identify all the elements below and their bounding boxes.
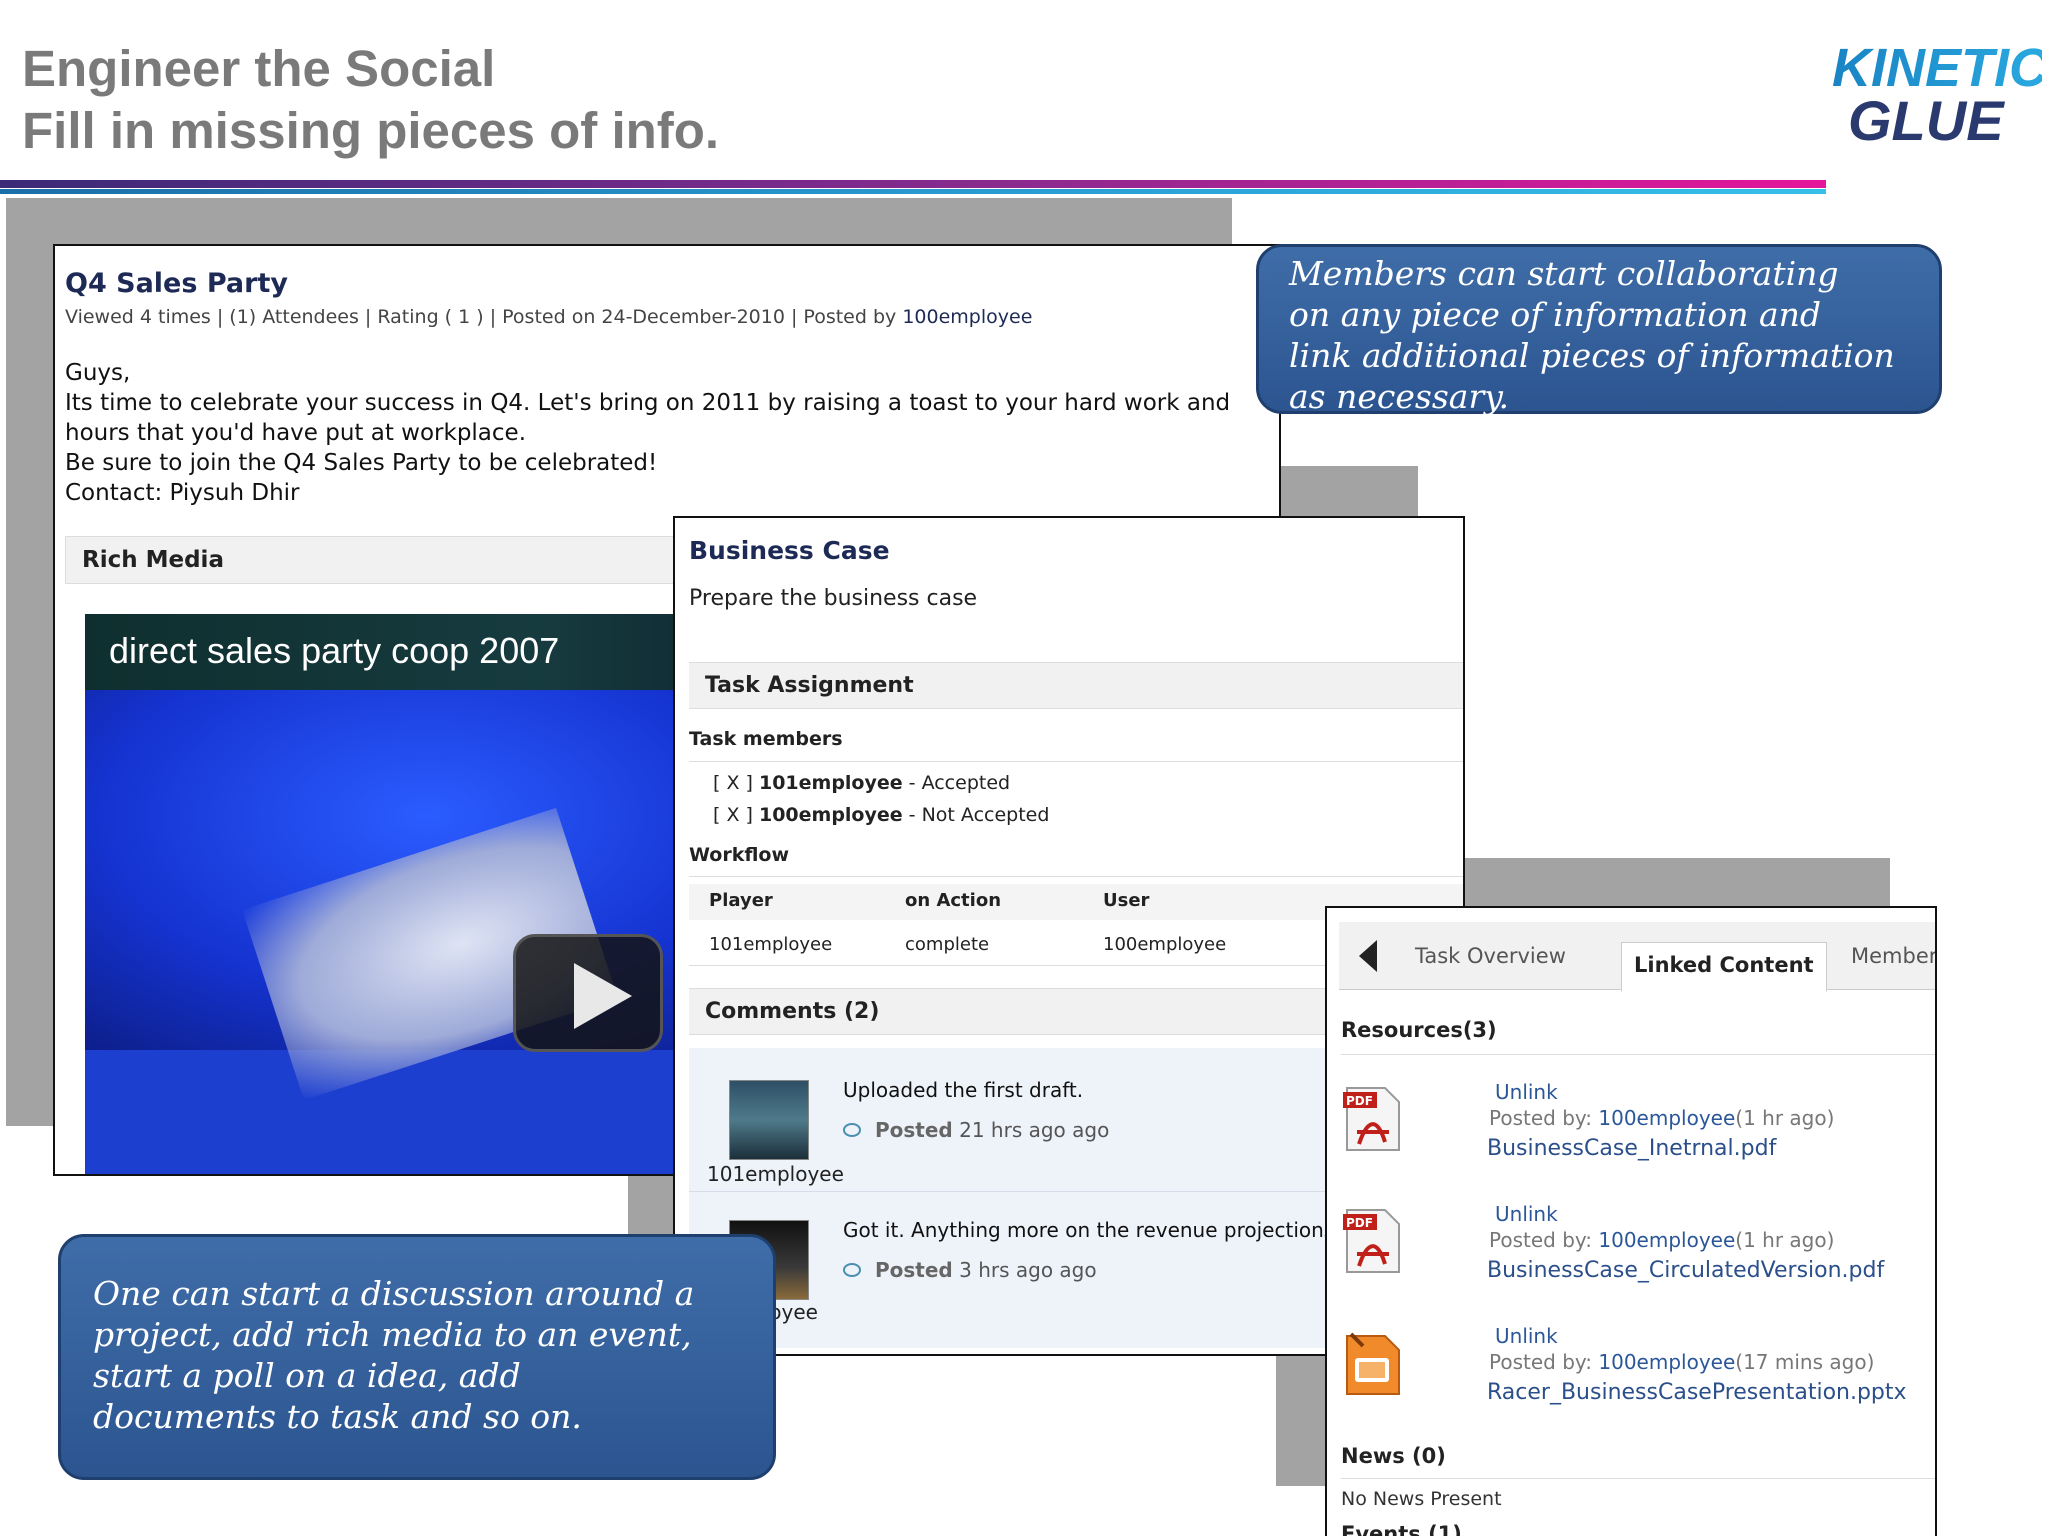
posted-user-link[interactable]: 100employee bbox=[1598, 1228, 1735, 1252]
task-description: Prepare the business case bbox=[689, 586, 978, 611]
posted-prefix: Posted by: bbox=[1489, 1228, 1599, 1252]
posted-time: 21 hrs ago ago bbox=[952, 1118, 1110, 1142]
unlink-link[interactable]: Unlink bbox=[1495, 1324, 1558, 1348]
posted-prefix: Posted by: bbox=[1489, 1106, 1599, 1130]
comment-bubble-icon bbox=[843, 1263, 861, 1277]
pdf-icon[interactable]: PDF bbox=[1341, 1208, 1403, 1274]
task-members-label: Task members bbox=[689, 728, 843, 750]
tab-linked-content[interactable]: Linked Content bbox=[1621, 942, 1827, 992]
pptx-icon[interactable] bbox=[1341, 1330, 1403, 1396]
resource-item: Unlink Posted by: 100employee(17 mins ag… bbox=[1341, 1324, 1935, 1434]
resource-posted-by: Posted by: 100employee(17 mins ago) bbox=[1489, 1350, 1874, 1374]
svg-text:PDF: PDF bbox=[1346, 1094, 1373, 1108]
workflow-col-player: Player bbox=[709, 890, 773, 911]
unlink-link[interactable]: Unlink bbox=[1495, 1202, 1558, 1226]
posted-label: Posted bbox=[875, 1118, 953, 1142]
remove-member-button[interactable]: [ X ] bbox=[713, 804, 759, 826]
play-icon bbox=[574, 963, 632, 1029]
member-status: - Not Accepted bbox=[902, 804, 1050, 826]
svg-text:PDF: PDF bbox=[1346, 1216, 1373, 1230]
workflow-label: Workflow bbox=[689, 844, 790, 866]
divider bbox=[1341, 1478, 1935, 1479]
posted-time: (17 mins ago) bbox=[1735, 1350, 1875, 1374]
member-status: - Accepted bbox=[902, 772, 1011, 794]
kinetic-glue-logo: KINETIC GLUE bbox=[1832, 36, 2048, 152]
tab-task-overview[interactable]: Task Overview bbox=[1415, 944, 1566, 968]
resources-header: Resources(3) bbox=[1341, 1018, 1497, 1042]
divider bbox=[1341, 1054, 1935, 1055]
resource-file-link[interactable]: BusinessCase_Inetrnal.pdf bbox=[1487, 1136, 1776, 1161]
posted-time: (1 hr ago) bbox=[1735, 1228, 1835, 1252]
back-arrow-icon[interactable] bbox=[1359, 940, 1377, 972]
events-header: Events (1) bbox=[1341, 1522, 1462, 1536]
comment-text: Uploaded the first draft. bbox=[843, 1078, 1084, 1102]
news-empty-text: No News Present bbox=[1341, 1488, 1502, 1510]
posted-prefix: Posted by: bbox=[1489, 1350, 1599, 1374]
event-meta-text: Viewed 4 times | (1) Attendees | Rating … bbox=[65, 306, 903, 328]
workflow-cell: 101employee bbox=[709, 934, 833, 955]
posted-user-link[interactable]: 100employee bbox=[1598, 1350, 1735, 1374]
task-assignment-header: Task Assignment bbox=[689, 662, 1463, 709]
slide-title: Engineer the Social Fill in missing piec… bbox=[22, 38, 719, 162]
workflow-cell: complete bbox=[905, 934, 990, 955]
workflow-cell: 100employee bbox=[1103, 934, 1227, 955]
linked-content-panel: Task Overview Linked Content Members Res… bbox=[1325, 906, 1937, 1536]
member-name[interactable]: 101employee bbox=[759, 772, 903, 794]
comment-meta: Posted 21 hrs ago ago bbox=[843, 1118, 1109, 1142]
video-title[interactable]: direct sales party coop 2007 bbox=[109, 630, 559, 672]
slide-title-line2: Fill in missing pieces of info. bbox=[22, 102, 720, 159]
divider bbox=[689, 876, 1463, 877]
resource-item: PDF Unlink Posted by: 100employee(1 hr a… bbox=[1341, 1080, 1935, 1190]
task-member-row: [ X ] 100employee - Not Accepted bbox=[713, 804, 1049, 826]
play-button[interactable] bbox=[513, 934, 663, 1052]
comment-bubble-icon bbox=[843, 1123, 861, 1137]
event-title[interactable]: Q4 Sales Party bbox=[65, 268, 288, 299]
tab-bar: Task Overview Linked Content Members bbox=[1339, 922, 1935, 992]
workflow-col-action: on Action bbox=[905, 890, 1002, 911]
posted-time: (1 hr ago) bbox=[1735, 1106, 1835, 1130]
resource-item: PDF Unlink Posted by: 100employee(1 hr a… bbox=[1341, 1202, 1935, 1312]
task-member-row: [ X ] 101employee - Accepted bbox=[713, 772, 1010, 794]
unlink-link[interactable]: Unlink bbox=[1495, 1080, 1558, 1104]
avatar[interactable] bbox=[729, 1080, 809, 1160]
comment-author[interactable]: 101employee bbox=[707, 1162, 844, 1186]
event-meta: Viewed 4 times | (1) Attendees | Rating … bbox=[65, 306, 1032, 328]
comment-text: Got it. Anything more on the revenue pro… bbox=[843, 1218, 1358, 1242]
posted-user-link[interactable]: 100employee bbox=[1598, 1106, 1735, 1130]
workflow-col-user: User bbox=[1103, 890, 1150, 911]
member-name[interactable]: 100employee bbox=[759, 804, 903, 826]
callout-collaboration: Members can start collaborating on any p… bbox=[1256, 244, 1942, 416]
pdf-icon[interactable]: PDF bbox=[1341, 1086, 1403, 1152]
callout-discussion: One can start a discussion around a proj… bbox=[58, 1234, 776, 1480]
resource-file-link[interactable]: BusinessCase_CirculatedVersion.pdf bbox=[1487, 1258, 1884, 1283]
tab-members[interactable]: Members bbox=[1851, 944, 1935, 968]
posted-time: 3 hrs ago ago bbox=[952, 1258, 1097, 1282]
posted-label: Posted bbox=[875, 1258, 953, 1282]
event-posted-by-link[interactable]: 100employee bbox=[902, 306, 1032, 328]
resource-file-link[interactable]: Racer_BusinessCasePresentation.pptx bbox=[1487, 1380, 1907, 1405]
resource-posted-by: Posted by: 100employee(1 hr ago) bbox=[1489, 1228, 1834, 1252]
event-body: Guys, Its time to celebrate your success… bbox=[65, 360, 1231, 506]
comment-meta: Posted 3 hrs ago ago bbox=[843, 1258, 1097, 1282]
svg-text:GLUE: GLUE bbox=[1848, 89, 2005, 148]
remove-member-button[interactable]: [ X ] bbox=[713, 772, 759, 794]
resource-posted-by: Posted by: 100employee(1 hr ago) bbox=[1489, 1106, 1834, 1130]
slide-title-line1: Engineer the Social bbox=[22, 40, 496, 97]
divider bbox=[689, 761, 1463, 762]
news-header: News (0) bbox=[1341, 1444, 1446, 1468]
task-title[interactable]: Business Case bbox=[689, 536, 890, 565]
